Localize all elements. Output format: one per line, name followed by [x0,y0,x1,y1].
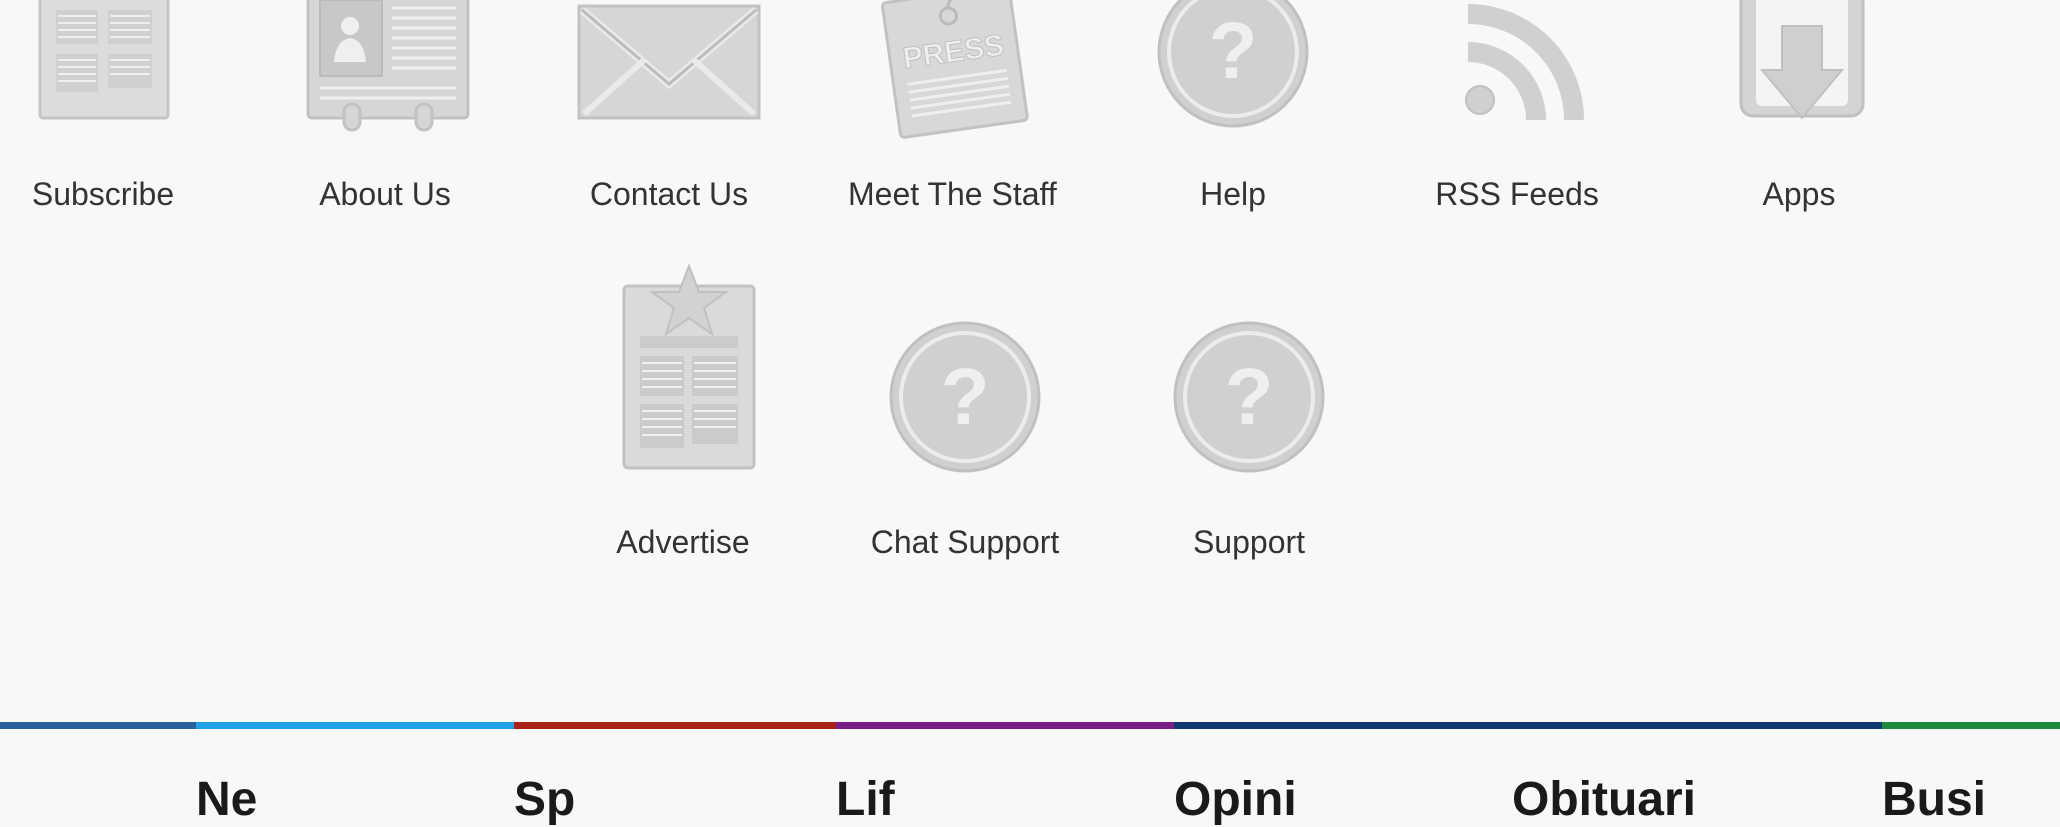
link-label: Help [1200,176,1266,212]
nav-news[interactable]: Ne [196,772,257,827]
link-help[interactable]: ? Help [1130,0,1336,220]
category-stripe-sports [196,722,514,729]
link-label: Subscribe [31,176,175,212]
link-chat-support[interactable]: ? Chat Support [862,262,1068,562]
link-advertise[interactable]: Advertise [580,262,786,562]
press-badge-icon: PRESS [872,0,1032,139]
question-icon: ? [1157,0,1309,130]
link-label: Apps [1762,176,1836,212]
link-apps[interactable]: Apps [1696,0,1902,220]
id-card-icon [306,0,472,134]
link-label: Contact Us [589,176,749,212]
question-icon: ? [888,320,1042,474]
svg-text:?: ? [941,352,990,441]
link-subscribe[interactable]: Subscribe [0,0,206,220]
link-label: Advertise [616,524,750,560]
nav-sports[interactable]: Sp [514,772,575,827]
newspaper-icon [38,0,172,122]
link-label: Chat Support [870,524,1060,560]
svg-text:?: ? [1209,6,1258,95]
link-label: Meet The Staff [848,176,1057,212]
nav-opinion[interactable]: Opini [1174,772,1297,827]
link-label: Support [1192,524,1306,560]
advertise-newspaper-icon [620,262,760,474]
nav-business[interactable]: Busi [1882,772,1986,827]
rss-icon [1464,4,1584,124]
link-label: About Us [319,176,451,212]
category-stripe-business [1882,722,2060,729]
category-stripe-life [514,722,836,729]
envelope-icon [576,2,762,122]
category-stripe-opinion [836,722,1174,729]
link-label: RSS Feeds [1435,176,1599,212]
link-support[interactable]: ? Support [1146,262,1352,562]
nav-life[interactable]: Lif [836,772,895,827]
question-icon: ? [1172,320,1326,474]
svg-text:?: ? [1225,352,1274,441]
link-rss-feeds[interactable]: RSS Feeds [1414,0,1620,220]
nav-obituaries[interactable]: Obituari [1512,772,1696,827]
category-stripe-news [0,722,196,729]
download-icon [1738,0,1868,128]
link-about-us[interactable]: About Us [282,0,488,220]
link-contact-us[interactable]: Contact Us [566,0,772,220]
category-stripe-obituaries [1174,722,1882,729]
link-meet-the-staff[interactable]: PRESS Meet The Staff [848,0,1057,220]
